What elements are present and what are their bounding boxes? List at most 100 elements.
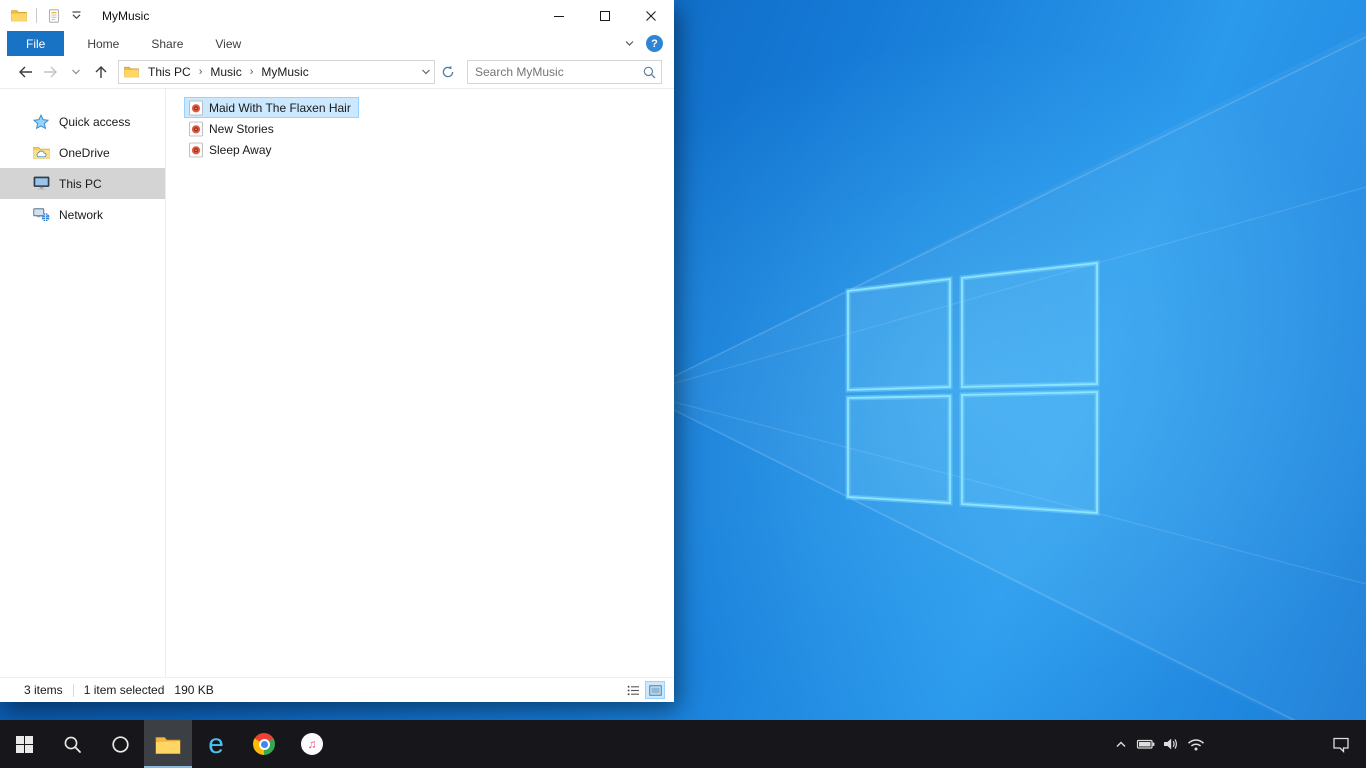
audio-file-icon	[188, 100, 204, 116]
forward-arrow-icon	[44, 66, 57, 78]
qat-separator	[36, 8, 37, 23]
status-separator	[72, 683, 74, 697]
up-button[interactable]	[88, 60, 113, 85]
tab-share[interactable]: Share	[135, 31, 199, 56]
help-button[interactable]: ?	[646, 35, 663, 52]
chevron-down-icon	[71, 69, 80, 75]
status-selection-size: 190 KB	[174, 683, 214, 697]
speaker-icon	[1163, 738, 1177, 750]
caption-buttons	[536, 0, 674, 31]
view-toggle-buttons	[623, 681, 674, 699]
recent-locations-button[interactable]	[63, 60, 88, 85]
file-item[interactable]: Sleep Away	[184, 139, 280, 160]
sidebar-label: Quick access	[59, 114, 131, 129]
status-selection: 1 item selected	[83, 683, 165, 697]
file-explorer-icon	[155, 736, 181, 754]
status-bar: 3 items 1 item selected 190 KB	[0, 677, 674, 702]
search-input[interactable]	[468, 65, 637, 79]
audio-file-icon	[188, 142, 204, 158]
close-icon	[646, 10, 656, 21]
address-dropdown-chevron-icon[interactable]	[417, 61, 434, 83]
sidebar-item-onedrive[interactable]: OneDrive	[0, 137, 165, 168]
address-bar[interactable]: This PC › Music › MyMusic	[118, 60, 435, 84]
system-tray	[1108, 720, 1208, 768]
refresh-button[interactable]	[435, 60, 461, 84]
music-note-glyph: ♫	[307, 737, 317, 751]
cortana-button[interactable]	[96, 720, 144, 768]
tab-view[interactable]: View	[199, 31, 257, 56]
refresh-icon	[442, 65, 454, 78]
customize-quick-access-chevron-icon[interactable]	[68, 8, 84, 24]
large-icons-view-icon	[648, 684, 662, 696]
taskbar-internet-explorer-button[interactable]: e	[192, 720, 240, 768]
maximize-button[interactable]	[582, 0, 628, 31]
window-title: MyMusic	[102, 8, 150, 23]
sidebar-label: Network	[59, 207, 104, 222]
file-item[interactable]: New Stories	[184, 118, 282, 139]
sidebar-label: This PC	[59, 176, 102, 191]
breadcrumb-mymusic[interactable]: MyMusic	[254, 61, 315, 83]
titlebar[interactable]: MyMusic	[0, 0, 674, 31]
minimize-icon	[554, 15, 564, 17]
quick-access-star-icon	[32, 113, 50, 130]
battery-tray-button[interactable]	[1133, 720, 1158, 768]
large-icons-view-button[interactable]	[645, 681, 665, 699]
network-wifi-tray-button[interactable]	[1183, 720, 1208, 768]
taskbar-search-button[interactable]	[48, 720, 96, 768]
search-icon	[64, 736, 81, 753]
properties-icon[interactable]	[44, 6, 64, 26]
tab-file[interactable]: File	[7, 31, 65, 56]
taskbar: e ♫	[0, 720, 1366, 768]
action-center-button[interactable]	[1320, 720, 1362, 768]
sidebar-item-network[interactable]: Network	[0, 199, 165, 230]
address-folder-icon	[121, 66, 141, 78]
tab-home[interactable]: Home	[71, 31, 135, 56]
onedrive-icon	[32, 146, 50, 159]
battery-icon	[1136, 739, 1154, 749]
back-arrow-icon	[19, 66, 32, 78]
volume-tray-button[interactable]	[1158, 720, 1183, 768]
file-item[interactable]: Maid With The Flaxen Hair	[184, 97, 359, 118]
start-button[interactable]	[0, 720, 48, 768]
wifi-icon	[1187, 738, 1204, 750]
back-button[interactable]	[13, 60, 38, 85]
search-icon[interactable]	[637, 66, 661, 79]
maximize-icon	[600, 10, 610, 21]
sidebar-item-quick-access[interactable]: Quick access	[0, 106, 165, 137]
navigation-pane: Quick access OneDrive This PC Network	[0, 89, 166, 677]
navigation-bar: This PC › Music › MyMusic	[0, 56, 674, 89]
file-name: Sleep Away	[209, 142, 272, 157]
status-item-count: 3 items	[24, 683, 63, 697]
audio-file-icon	[188, 121, 204, 137]
computer-icon	[32, 176, 50, 191]
search-box	[467, 60, 662, 84]
ribbon-tab-bar: File Home Share View ?	[0, 31, 674, 56]
expand-ribbon-chevron-icon[interactable]	[624, 38, 635, 49]
file-name: Maid With The Flaxen Hair	[209, 100, 351, 115]
breadcrumb-this-pc[interactable]: This PC	[141, 61, 198, 83]
cortana-icon	[111, 735, 129, 753]
close-button[interactable]	[628, 0, 674, 31]
window-body: Quick access OneDrive This PC Network Ma…	[0, 89, 674, 677]
sidebar-label: OneDrive	[59, 145, 110, 160]
minimize-button[interactable]	[536, 0, 582, 31]
sidebar-item-this-pc[interactable]: This PC	[0, 168, 165, 199]
taskbar-itunes-button[interactable]: ♫	[288, 720, 336, 768]
file-name: New Stories	[209, 121, 274, 136]
forward-button[interactable]	[38, 60, 63, 85]
explorer-window-icon	[9, 6, 29, 26]
file-list[interactable]: Maid With The Flaxen Hair New Stories Sl…	[166, 89, 674, 677]
taskbar-file-explorer-button[interactable]	[144, 720, 192, 768]
taskbar-chrome-button[interactable]	[240, 720, 288, 768]
network-icon	[32, 207, 50, 222]
chrome-icon	[253, 733, 275, 755]
show-hidden-icons-button[interactable]	[1108, 720, 1133, 768]
up-arrow-icon	[95, 66, 106, 78]
itunes-icon: ♫	[301, 733, 323, 755]
chevron-up-icon	[1116, 741, 1125, 747]
details-view-icon	[627, 685, 639, 695]
action-center-icon	[1333, 737, 1349, 753]
breadcrumb-music[interactable]: Music	[203, 61, 248, 83]
details-view-button[interactable]	[623, 681, 643, 699]
file-explorer-window: MyMusic File Home Share View ? This PC ›…	[0, 0, 674, 702]
